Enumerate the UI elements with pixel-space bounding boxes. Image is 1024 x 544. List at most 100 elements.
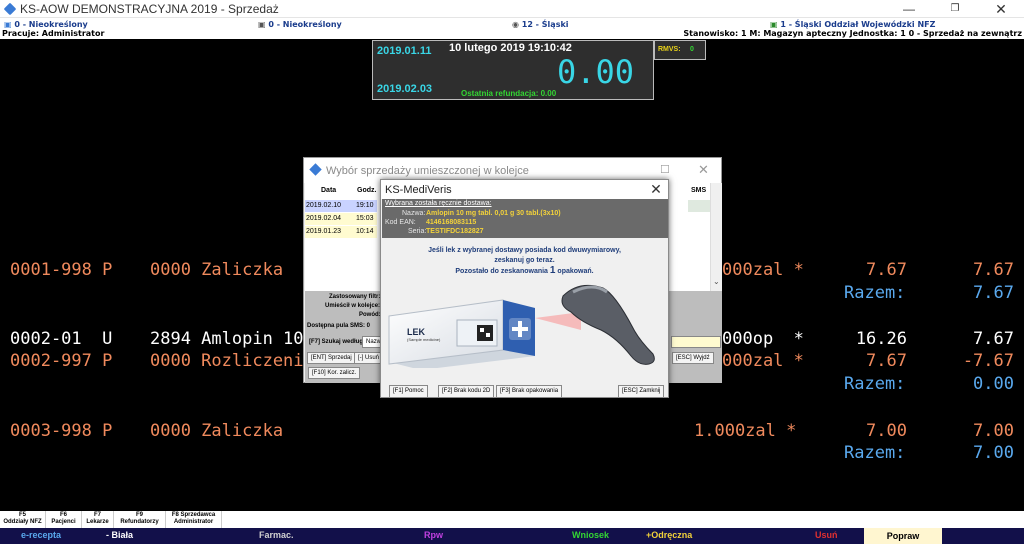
row-qty: 000zal * [722, 260, 804, 280]
farmac-button[interactable]: Farmac. [259, 530, 294, 540]
queue-row-date: 2019.02.04 [306, 215, 342, 222]
queue-row[interactable]: 2019.02.04 15:03 [305, 213, 377, 225]
fkey-oddzialy-nfz[interactable]: F5 Oddziały NFZ [0, 511, 46, 528]
row-code: 0001-998 P [10, 260, 113, 280]
scan-message-line1: Jeśli lek z wybranej dostawy posiada kod… [428, 247, 621, 254]
info-bar: ▣ 0 - Nieokreślony ▣ 0 - Nieokreślony ◉ … [0, 18, 1024, 39]
no-package-button[interactable]: [F3] Brak opakowania [496, 385, 563, 398]
station-label: Stanowisko: 1 M: Magazyn apteczny Jednos… [683, 29, 1022, 38]
info-item-2: ▣ 0 - Nieokreślony [258, 20, 342, 29]
rpw-button[interactable]: Rpw [424, 530, 443, 540]
fkey-pacjenci[interactable]: F6 Pacjenci [46, 511, 82, 528]
e-recepta-button[interactable]: e-recepta [21, 530, 61, 540]
queue-row-date: 2019.01.23 [306, 228, 342, 235]
delivery-info: Wybrana została ręcznie dostawa: Nazwa: … [382, 199, 668, 238]
region-icon: ◉ [512, 20, 522, 29]
row-price: 7.67 [866, 351, 907, 371]
receipt-row[interactable]: 0003-998 P 0000 Zaliczka 1.000zal * 7.00… [0, 420, 1024, 442]
scan-message-line3: Pozostało do zeskanowania 1 opakowań. [455, 265, 594, 276]
maximize-button[interactable]: ❐ [932, 0, 978, 18]
info-item-4: ▣ 1 - Śląski Oddział Wojewódzki NFZ [770, 20, 936, 29]
fkey-lekarze[interactable]: F7 Lekarze [82, 511, 114, 528]
filter-label: Zastosowany filtr: [329, 294, 381, 300]
date-top: 2019.01.11 [377, 45, 432, 57]
scanner-illustration: LEK (Sample medicine) [385, 278, 665, 370]
row-qty: 000op * [722, 329, 804, 349]
col-header-data: Data [321, 187, 337, 194]
mediveris-title: KS-MediVeris [385, 184, 452, 196]
no-2d-code-button[interactable]: [F2] Brak kodu 2D [438, 385, 495, 398]
kor-zalicz-button[interactable]: [F10] Kor. zalicz. [308, 367, 361, 379]
razem-label: Razem: [844, 443, 906, 463]
queue-row[interactable]: 2019.01.23 10:14 [305, 226, 377, 238]
row-total: 7.00 [973, 421, 1014, 441]
razem-value: 0.00 [973, 374, 1014, 394]
queue-row[interactable]: 2019.02.10 19:10 [305, 200, 377, 212]
placed-by-label: Umieścił w kolejce: [325, 303, 381, 309]
razem-value: 7.00 [973, 443, 1014, 463]
queue-row-time: 19:10 [356, 202, 374, 209]
name-label: Nazwa: [402, 210, 426, 217]
row-code: 0002-997 P [10, 351, 113, 371]
minimize-button[interactable]: — [886, 0, 932, 18]
col-header-godz: Godz. [357, 187, 377, 194]
scan-count: 1 [549, 265, 556, 276]
row-desc: 0000 Rozliczeni [150, 351, 304, 371]
odreczna-button[interactable]: +Odręczna [646, 530, 692, 540]
doc-icon: ▣ [258, 20, 269, 29]
wniosek-button[interactable]: Wniosek [572, 530, 609, 540]
row-desc: 0000 Zaliczka [150, 421, 284, 441]
subtotal-row: Razem: 7.00 [0, 442, 1024, 464]
row-code: 0003-998 P [10, 421, 113, 441]
app-icon [309, 163, 322, 176]
row-qty: 1.000zal * [694, 421, 797, 441]
maximize-icon[interactable]: ☐ [660, 163, 670, 176]
close-icon[interactable]: ✕ [646, 180, 666, 199]
mediveris-header: KS-MediVeris ✕ [381, 180, 668, 199]
nfz-icon: ▣ [770, 20, 781, 29]
close-icon[interactable]: ✕ [698, 162, 709, 178]
app-icon [3, 2, 17, 16]
date-bottom: 2019.02.03 [377, 83, 433, 95]
queue-dialog-title: Wybór sprzedaży umieszczonej w kolejce [326, 165, 529, 177]
razem-value: 7.67 [973, 283, 1014, 303]
row-desc: 2894 Amlopin 10 [150, 329, 304, 349]
current-datetime: 10 lutego 2019 19:10:42 [449, 42, 572, 54]
row-desc: 0000 Zaliczka [150, 260, 284, 280]
row-total: -7.67 [962, 351, 1014, 371]
last-refund: Ostatnia refundacja: 0.00 [461, 89, 557, 98]
close-dialog-button[interactable]: [ESC] Zamknij [618, 385, 665, 398]
amount-display: 0.00 [557, 53, 635, 91]
fkey-refundatorzy[interactable]: F9 Refundatorzy [114, 511, 166, 528]
sms-pool: Dostępna pula SMS: 0 [307, 323, 371, 329]
search-input[interactable] [671, 336, 721, 348]
biala-button[interactable]: - Biała [106, 530, 133, 540]
sell-button[interactable]: [ENT] Sprzedaj [307, 352, 356, 364]
razem-label: Razem: [844, 374, 906, 394]
delivery-subtitle: Wybrana została ręcznie dostawa: [385, 200, 492, 207]
remove-button[interactable]: [-] Usuń [354, 352, 384, 364]
ean-value: 4146168083115 [426, 219, 477, 226]
exit-button[interactable]: [ESC] Wyjdź [672, 352, 714, 364]
window-title: KS-AOW DEMONSTRACYJNA 2019 - Sprzedaż [20, 2, 279, 16]
name-value: Amlopin 10 mg tabl. 0,01 g 30 tabl.(3x10… [426, 210, 561, 217]
doc-icon: ▣ [4, 20, 15, 29]
reason-label: Powód: [359, 312, 381, 318]
sms-cell [688, 200, 710, 212]
queue-scrollbar[interactable]: ⌄ [710, 183, 722, 291]
fkey-sprzedawca[interactable]: F8 Sprzedawca Administrator [166, 511, 222, 528]
help-button[interactable]: [F1] Pomoc [389, 385, 428, 398]
queue-row-time: 15:03 [356, 215, 374, 222]
register-panel: 2019.01.11 10 lutego 2019 19:10:42 0.00 … [372, 40, 654, 100]
chevron-down-icon[interactable]: ⌄ [713, 277, 720, 286]
close-button[interactable]: ✕ [978, 0, 1024, 18]
row-price: 16.26 [855, 329, 907, 349]
queue-row-date: 2019.02.10 [306, 202, 342, 209]
popraw-button[interactable]: Popraw [864, 528, 942, 544]
row-price: 7.00 [866, 421, 907, 441]
box-label: LEK [407, 327, 425, 337]
barcode-scanner-icon [388, 284, 655, 370]
col-header-sms: SMS [691, 187, 707, 194]
info-item-1: ▣ 0 - Nieokreślony [4, 20, 88, 29]
usun-button[interactable]: Usuń [815, 530, 838, 540]
